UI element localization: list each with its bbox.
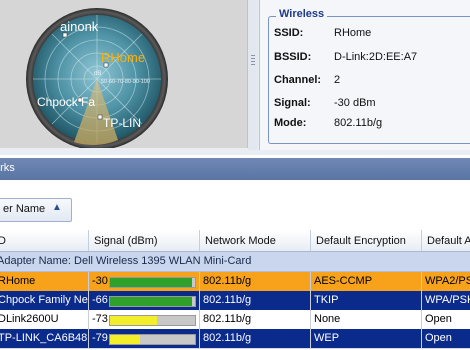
table-header: D Signal (dBm) Network Mode Default Encr… xyxy=(0,230,470,252)
group-by-adapter-name-chip[interactable]: er Name ▲ xyxy=(0,198,72,222)
signal-cell-text: -73 xyxy=(92,313,108,325)
radar-network-label: TP-LIN xyxy=(103,116,141,130)
mode-label: Mode: xyxy=(274,117,307,129)
adapter-group-label: Adapter Name: Dell Wireless 1395 WLAN Mi… xyxy=(0,255,252,267)
channel-label: Channel: xyxy=(274,74,322,86)
bssid-label: BSSID: xyxy=(274,51,312,63)
auth-cell-text: WPA/PSK xyxy=(425,294,470,306)
ssid-label: SSID: xyxy=(274,27,304,39)
table-row[interactable]: RHome -30 802.11b/g AES-CCMP WPA2/PS xyxy=(0,272,470,292)
radar-network-rhome[interactable]: RHome xyxy=(101,50,145,68)
table-row[interactable]: DLink2600U -73 802.11b/g None Open xyxy=(0,310,470,330)
signal-cell: -73 xyxy=(89,310,200,329)
signal-cell-text: -30 xyxy=(92,275,108,287)
ssid-cell-text: RHome xyxy=(0,275,36,287)
network-mode-cell-text: 802.11b/g xyxy=(203,332,252,344)
adapter-group-row[interactable]: Adapter Name: Dell Wireless 1395 WLAN Mi… xyxy=(0,252,470,272)
ssid-value: RHome xyxy=(334,27,372,39)
ssid-cell-text: Chpock Family Net xyxy=(0,294,89,306)
table-row[interactable]: TP-LINK_CA6B48 -79 802.11b/g WEP Open xyxy=(0,329,470,349)
signal-strength-bar xyxy=(109,334,196,345)
auth-cell: WPA2/PS xyxy=(422,272,470,291)
bssid-value: D-Link:2D:EE:A7 xyxy=(334,51,418,63)
network-mode-cell-text: 802.11b/g xyxy=(203,313,252,325)
signal-cell: -66 xyxy=(89,291,200,310)
signal-strength-fill xyxy=(110,335,140,344)
encryption-cell: AES-CCMP xyxy=(311,272,422,291)
signal-strength-bar xyxy=(109,315,196,326)
network-mode-cell: 802.11b/g xyxy=(200,329,311,348)
table-row[interactable]: Chpock Family Net -66 802.11b/g TKIP WPA/PSK xyxy=(0,291,470,311)
network-mode-cell-text: 802.11b/g xyxy=(203,294,252,306)
auth-cell-text: Open xyxy=(425,332,452,344)
encryption-cell-text: None xyxy=(314,313,341,325)
column-header-default-auth[interactable]: Default A xyxy=(422,230,470,251)
column-header-signal[interactable]: Signal (dBm) xyxy=(89,230,200,251)
sort-ascending-icon: ▲ xyxy=(52,202,62,213)
radar-network-label: RHome xyxy=(101,50,145,65)
ssid-cell: Chpock Family Net xyxy=(0,291,89,310)
radar-scale-ticks: 50-60-70-80-90-100 xyxy=(101,79,150,85)
channel-value: 2 xyxy=(334,74,341,86)
column-header-default-encryption[interactable]: Default Encryption xyxy=(311,230,422,251)
ssid-cell: DLink2600U xyxy=(0,310,89,329)
encryption-cell-text: TKIP xyxy=(314,294,339,306)
auth-cell: Open xyxy=(422,329,470,348)
signal-value: -30 dBm xyxy=(334,97,376,109)
mode-value: 802.11b/g xyxy=(334,117,383,129)
auth-cell-text: Open xyxy=(425,313,452,325)
network-mode-cell: 802.11b/g xyxy=(200,272,311,291)
column-header-network-mode[interactable]: Network Mode xyxy=(200,230,311,251)
ssid-cell-text: DLink2600U xyxy=(0,313,59,325)
radar-network-tplink[interactable]: TP-LIN xyxy=(97,114,141,130)
signal-cell-text: -79 xyxy=(92,332,108,344)
networks-section-header: orks xyxy=(0,158,470,180)
radar-network-chpock[interactable]: Chpock Fa xyxy=(37,95,95,109)
panel-splitter[interactable] xyxy=(248,0,258,150)
encryption-cell: WEP xyxy=(311,329,422,348)
radar-network-label: ainonk xyxy=(60,19,99,34)
ssid-cell: TP-LINK_CA6B48 xyxy=(0,329,89,348)
group-by-area: er Name ▲ xyxy=(0,180,470,230)
signal-strength-bar xyxy=(109,277,196,288)
network-mode-cell-text: 802.11b/g xyxy=(203,275,252,287)
wireless-details-panel: Wireless SSID: RHome BSSID: D-Link:2D:EE… xyxy=(259,0,470,150)
encryption-cell: None xyxy=(311,310,422,329)
signal-strength-fill xyxy=(110,297,192,306)
signal-strength-fill xyxy=(110,316,157,325)
network-mode-cell: 802.11b/g xyxy=(200,310,311,329)
network-mode-cell: 802.11b/g xyxy=(200,291,311,310)
radar-display[interactable]: dB 50-60-70-80-90-100 ainonk RHome Chpoc… xyxy=(0,0,247,148)
signal-cell-text: -66 xyxy=(92,294,108,306)
signal-label: Signal: xyxy=(274,97,311,109)
radar-panel: dB 50-60-70-80-90-100 ainonk RHome Chpoc… xyxy=(0,0,248,148)
ssid-cell-text: TP-LINK_CA6B48 xyxy=(0,332,88,344)
wireless-groupbox-title: Wireless xyxy=(276,8,328,20)
auth-cell-text: WPA2/PS xyxy=(425,275,470,287)
signal-cell: -79 xyxy=(89,329,200,348)
signal-cell: -30 xyxy=(89,272,200,291)
signal-strength-bar xyxy=(109,296,196,307)
radar-scale-unit: dB xyxy=(94,71,101,77)
signal-strength-fill xyxy=(110,278,192,287)
splitter-grip-icon[interactable] xyxy=(251,55,255,67)
auth-cell: Open xyxy=(422,310,470,329)
top-area: dB 50-60-70-80-90-100 ainonk RHome Chpoc… xyxy=(0,0,470,155)
group-by-label: er Name xyxy=(3,203,46,215)
encryption-cell-text: AES-CCMP xyxy=(314,275,373,287)
encryption-cell: TKIP xyxy=(311,291,422,310)
radar-network-label: Chpock Fa xyxy=(37,95,95,109)
encryption-cell-text: WEP xyxy=(314,332,340,344)
networks-section-title: orks xyxy=(0,162,15,174)
column-header-ssid[interactable]: D xyxy=(0,230,89,251)
ssid-cell: RHome xyxy=(0,272,89,291)
auth-cell: WPA/PSK xyxy=(422,291,470,310)
